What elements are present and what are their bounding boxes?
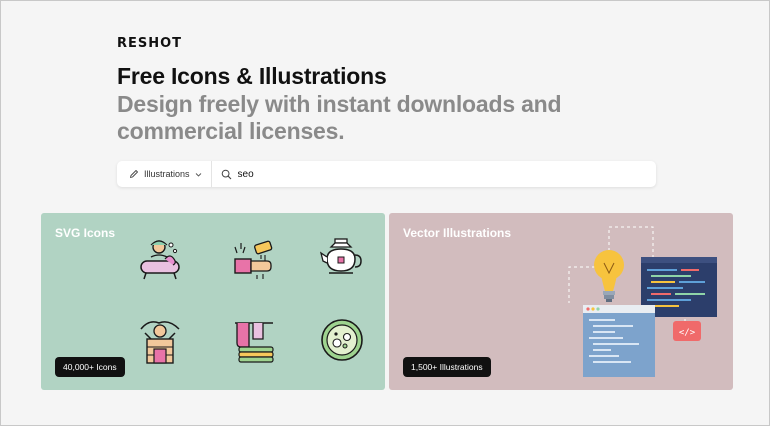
search-field[interactable] — [212, 168, 658, 180]
chevron-down-icon — [195, 172, 201, 177]
svg-icons-title: SVG Icons — [55, 226, 116, 240]
bathtub-icon — [140, 240, 180, 280]
search-bar: Illustrations — [117, 161, 658, 187]
asset-type-dropdown[interactable]: Illustrations — [117, 161, 212, 187]
towels-icon — [235, 322, 274, 363]
teapot-icon — [319, 238, 362, 274]
page-frame: RESHOT Free Icons & Illustrations Design… — [0, 0, 770, 426]
code-window-light — [583, 305, 655, 377]
lightbulb-icon — [594, 250, 624, 302]
asset-type-label: Illustrations — [144, 169, 190, 179]
massage-icon — [140, 321, 180, 364]
svg-text:</>: </> — [679, 328, 696, 338]
reshot-logo[interactable]: RESHOT — [117, 36, 182, 51]
svg-icons-card[interactable]: SVG Icons 40,000+ Icons — [41, 213, 385, 390]
illustrations-count-badge: 1,500+ Illustrations — [403, 357, 491, 377]
vector-illustrations-card[interactable]: Vector Illustrations </> 1,500+ Illustra… — [389, 213, 733, 390]
search-input[interactable] — [237, 168, 658, 180]
hand-washing-icon — [234, 240, 273, 279]
pencil-icon — [130, 170, 138, 178]
page-title: Free Icons & Illustrations — [117, 63, 387, 89]
code-tag-icon: </> — [673, 321, 701, 341]
petri-dish-icon — [321, 319, 363, 361]
icons-count-badge: 40,000+ Icons — [55, 357, 125, 377]
page-subtitle: Design freely with instant downloads and… — [117, 91, 562, 144]
search-icon — [221, 169, 231, 179]
